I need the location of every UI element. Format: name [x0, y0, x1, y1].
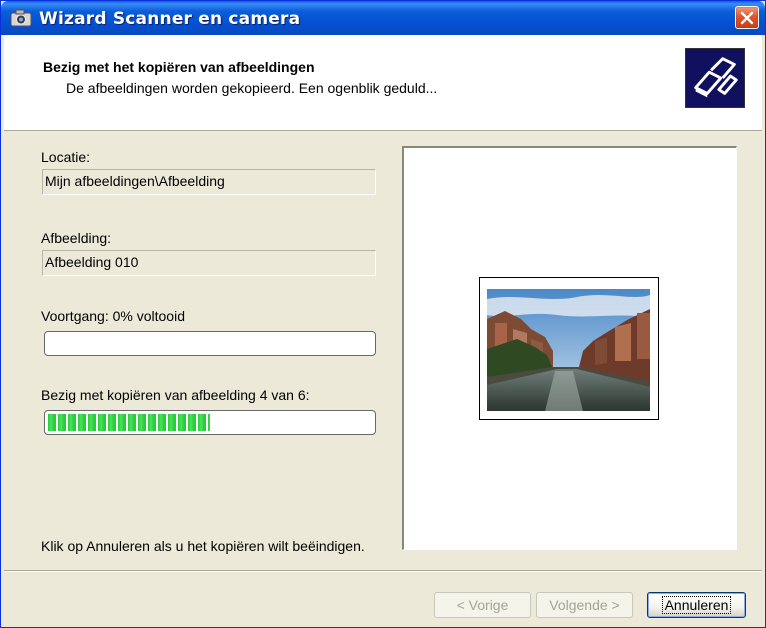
header-title: Bezig met het kopiëren van afbeeldingen [43, 59, 315, 75]
overall-progress-label: Voortgang: 0% voltooid [41, 308, 185, 324]
copy-progress-bar [44, 410, 376, 435]
location-field: Mijn afbeeldingen\Afbeelding [42, 169, 376, 195]
next-button[interactable]: Volgende > [536, 592, 633, 618]
wizard-header: Bezig met het kopiëren van afbeeldingen … [4, 35, 762, 131]
close-button[interactable] [735, 6, 759, 29]
cancel-button[interactable]: Annuleren [647, 592, 746, 618]
back-button[interactable]: < Vorige [434, 592, 531, 618]
title-bar[interactable]: Wizard Scanner en camera [1, 1, 765, 35]
canal-photo-thumbnail [487, 289, 650, 411]
location-label: Locatie: [41, 149, 91, 165]
copy-progress-label: Bezig met kopiëren van afbeelding 4 van … [41, 387, 310, 403]
overall-progress-bar [44, 331, 376, 356]
footer-divider [4, 570, 762, 572]
header-subtitle: De afbeeldingen worden gekopieerd. Een o… [66, 80, 438, 96]
cancel-button-label: Annuleren [661, 596, 732, 614]
cancel-hint: Klik op Annuleren als u het kopiëren wil… [41, 538, 365, 554]
image-field: Afbeelding 010 [42, 250, 376, 276]
window-title: Wizard Scanner en camera [39, 9, 301, 29]
copy-progress-fill [48, 414, 210, 431]
wizard-window: Wizard Scanner en camera Bezig met het k… [0, 0, 766, 628]
thumbnail-frame [479, 277, 659, 420]
copy-pictures-icon [685, 48, 745, 108]
image-preview-pane [402, 146, 737, 550]
camera-icon [10, 9, 32, 27]
image-label: Afbeelding: [41, 230, 112, 246]
close-icon [740, 11, 754, 25]
